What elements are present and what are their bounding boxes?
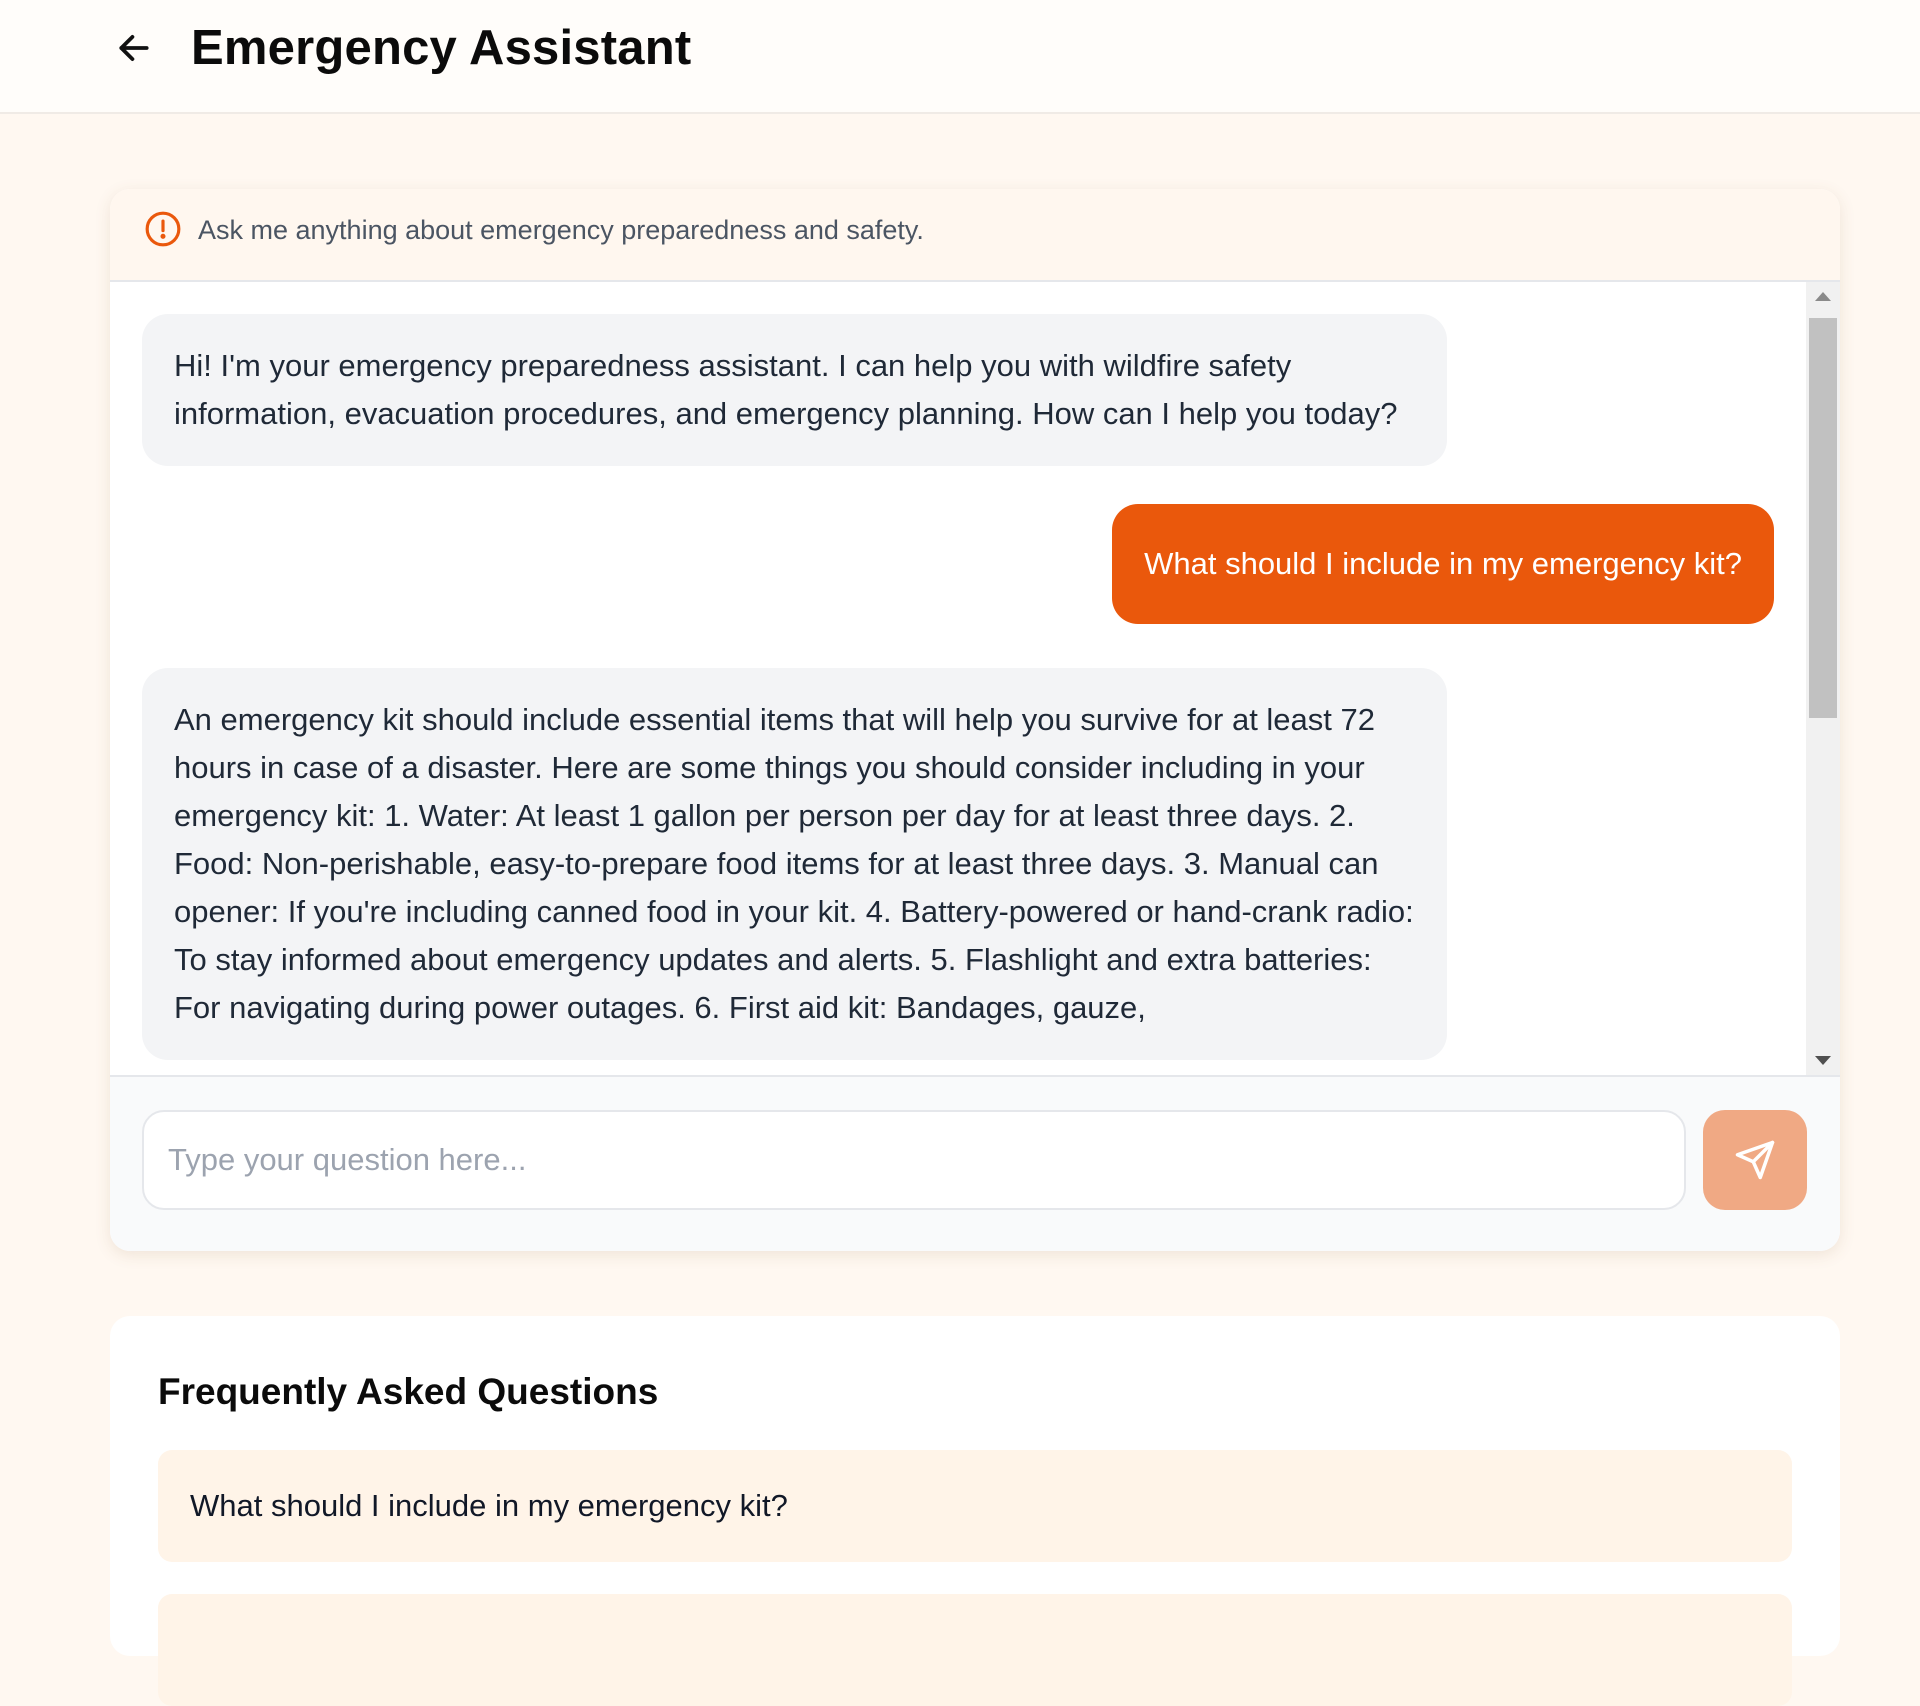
message-list[interactable]: Hi! I'm your emergency preparedness assi… (110, 282, 1840, 1075)
chat-panel: Ask me anything about emergency prepared… (110, 189, 1840, 1251)
message-scrollbar[interactable] (1806, 282, 1840, 1075)
scroll-down-arrow-icon[interactable] (1815, 1056, 1831, 1065)
send-button[interactable] (1703, 1110, 1807, 1210)
scrollbar-thumb[interactable] (1809, 318, 1837, 718)
faq-item[interactable]: What should I include in my emergency ki… (158, 1450, 1792, 1562)
scroll-up-arrow-icon[interactable] (1815, 292, 1831, 301)
arrow-left-icon (119, 35, 149, 61)
user-message: What should I include in my emergency ki… (1112, 504, 1774, 624)
assistant-message: Hi! I'm your emergency preparedness assi… (142, 314, 1447, 466)
assistant-message: An emergency kit should include essentia… (142, 668, 1447, 1060)
page-title: Emergency Assistant (191, 21, 692, 75)
question-input[interactable] (142, 1110, 1686, 1210)
faq-title: Frequently Asked Questions (158, 1371, 659, 1412)
send-icon (1735, 1140, 1775, 1180)
app-header: Emergency Assistant (0, 0, 1920, 114)
composer (110, 1075, 1840, 1251)
alert-circle-icon (145, 211, 181, 247)
faq-section: Frequently Asked Questions What should I… (110, 1316, 1840, 1706)
info-text: Ask me anything about emergency prepared… (198, 215, 924, 245)
faq-item[interactable] (158, 1594, 1792, 1706)
back-button[interactable] (108, 22, 160, 74)
info-banner: Ask me anything about emergency prepared… (110, 189, 1840, 282)
